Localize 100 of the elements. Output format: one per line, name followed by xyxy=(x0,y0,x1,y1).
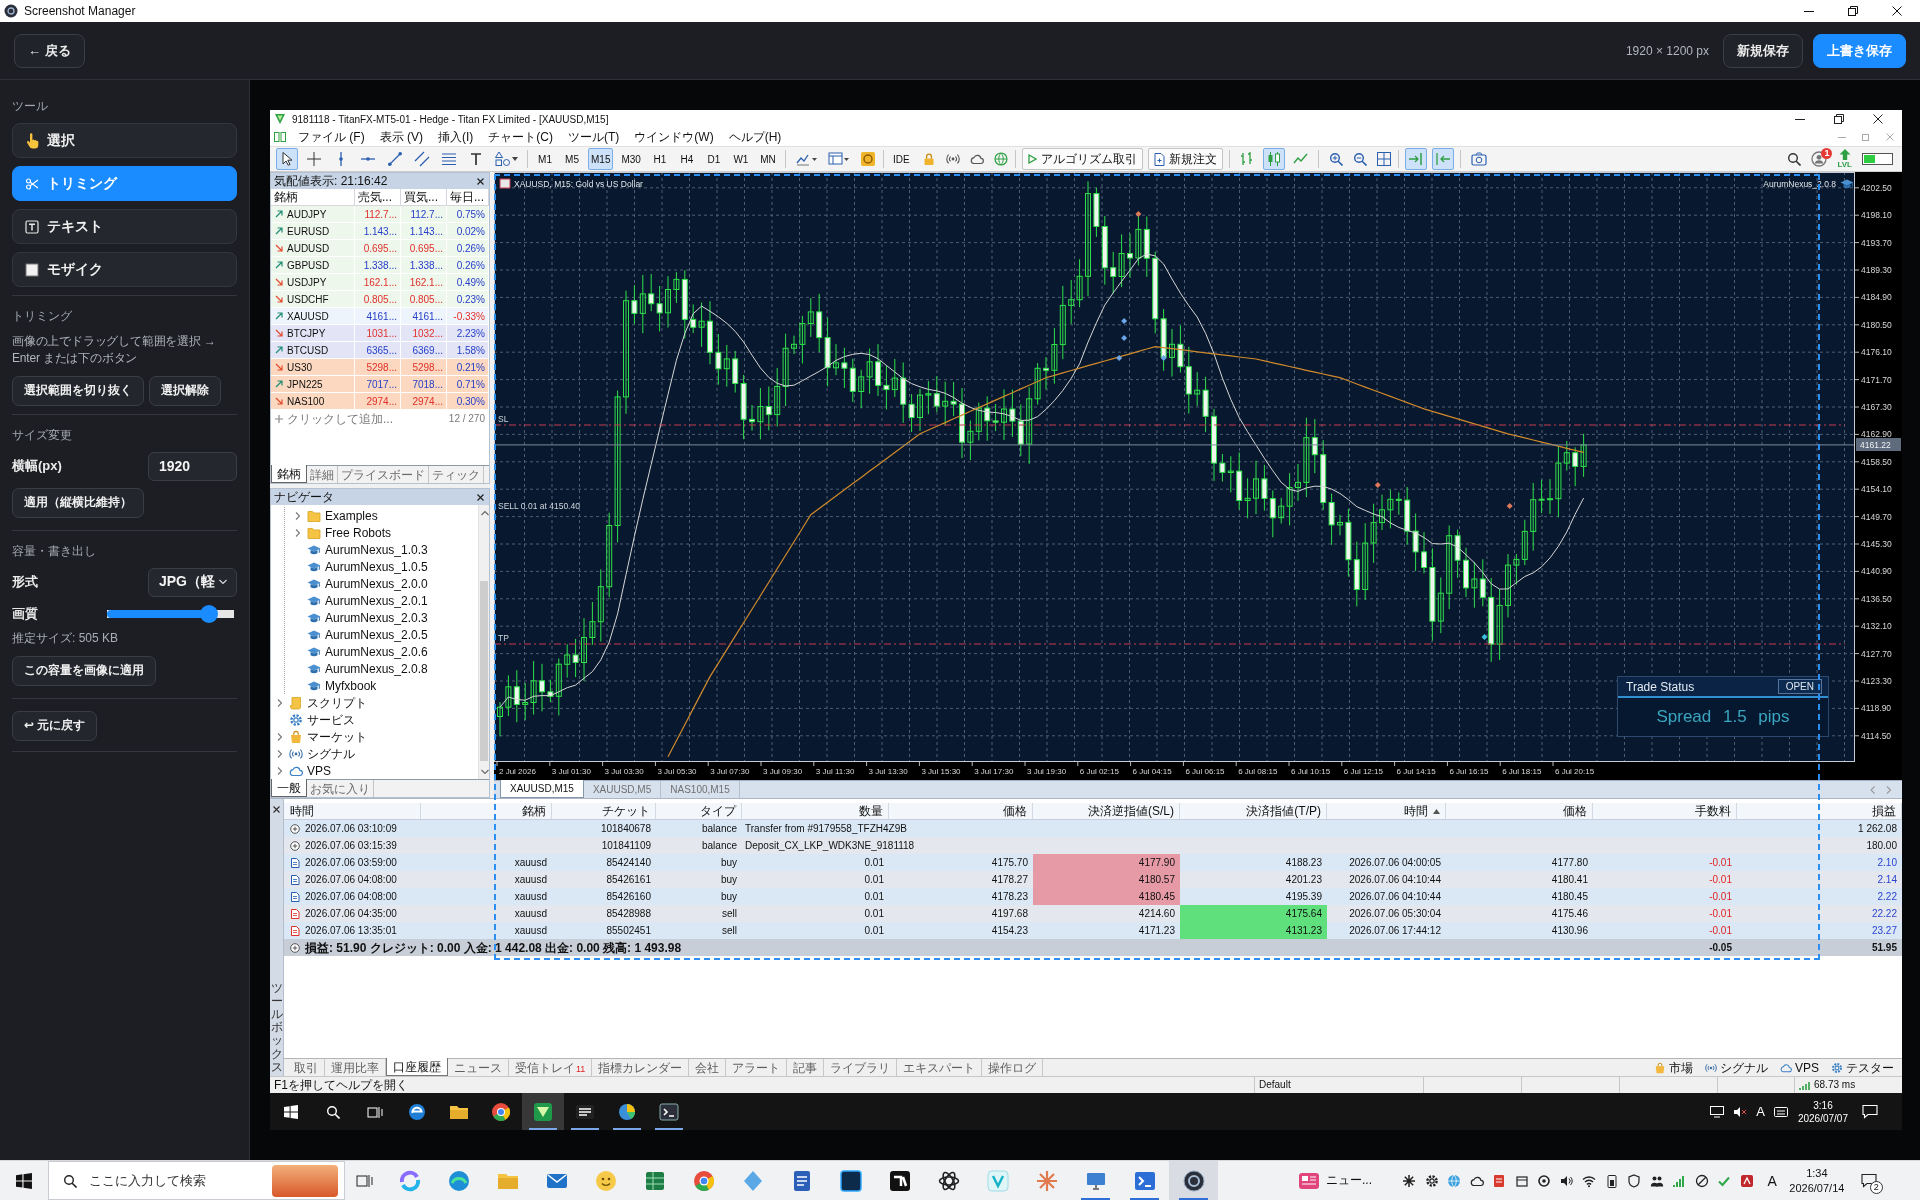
restore-icon[interactable] xyxy=(1848,6,1858,16)
quote-row[interactable]: JPN225 7017... 7018... 0.71% xyxy=(271,376,489,393)
speech-bubble-icon[interactable] xyxy=(1860,1172,1878,1189)
tool-button[interactable]: モザイク xyxy=(12,252,237,287)
menu-item[interactable]: 表示 (V) xyxy=(379,130,423,144)
chevron-right-icon[interactable] xyxy=(275,765,285,776)
close-icon[interactable] xyxy=(1873,114,1883,124)
tree-item[interactable]: AurumNexus_2.0.3 xyxy=(325,610,428,625)
table-row[interactable]: 2026.07.06 04:35:00 xauusd 85428988 sell 0.01 4197.68 4214.60 4175.64 2026.07.06 05:30:04 4175.46 -0.01 22.22 xyxy=(284,905,1902,922)
column-header[interactable]: 価格 xyxy=(889,803,1033,819)
quote-row[interactable]: GBPUSD 1.338... 1.338... 0.26% xyxy=(271,257,489,274)
panel-tab[interactable]: ティック xyxy=(429,466,484,483)
ide-button[interactable]: IDE xyxy=(889,148,913,170)
service-link[interactable]: シグナル xyxy=(1705,1060,1768,1075)
service-link[interactable]: 市場 xyxy=(1654,1060,1693,1075)
speaker-muted-icon[interactable] xyxy=(1733,1105,1748,1118)
chevron-up-icon[interactable] xyxy=(479,508,489,517)
new-order-button[interactable]: 新規注文 xyxy=(1147,148,1223,170)
signal-bars-icon[interactable] xyxy=(1672,1173,1686,1188)
ring-icon[interactable] xyxy=(1537,1173,1551,1188)
square-tile-icon[interactable] xyxy=(1739,1173,1754,1188)
plus-icon[interactable] xyxy=(275,414,283,423)
chevron-right-icon[interactable] xyxy=(293,510,303,521)
quote-row[interactable]: XAUUSD 4161... 4161... -0.33% xyxy=(271,308,489,325)
algo-trading-button[interactable]: アルゴリズム取引 xyxy=(1021,148,1143,170)
chart-tab[interactable]: XAUUSD,M15 xyxy=(500,780,584,798)
timeframe-button[interactable]: M1 xyxy=(534,148,556,170)
windows-logo-icon[interactable] xyxy=(284,1104,298,1119)
menu-item[interactable]: ウインドウ(W) xyxy=(634,130,714,144)
panel-tab[interactable]: お気に入り xyxy=(307,780,374,797)
quote-row[interactable]: BTCUSD 6365... 6369... 1.58% xyxy=(271,342,489,359)
back-button[interactable]: ← 戻る xyxy=(14,33,85,68)
quote-row[interactable]: USDJPY 162.1... 162.1... 0.49% xyxy=(271,274,489,291)
coin-icon[interactable] xyxy=(859,151,876,167)
panel-tab[interactable]: 詳細 xyxy=(307,466,338,483)
column-header[interactable]: 毎日... xyxy=(450,190,484,204)
menu-item[interactable]: 挿入(I) xyxy=(438,130,474,144)
timeframe-button[interactable]: H1 xyxy=(648,148,671,170)
box-icon[interactable] xyxy=(1514,1173,1529,1188)
taskbar-button[interactable] xyxy=(522,1093,564,1130)
timeframe-button[interactable]: H4 xyxy=(675,148,698,170)
window-grid-icon[interactable] xyxy=(827,151,850,167)
column-header[interactable]: 価格 xyxy=(1446,803,1593,819)
clock-date[interactable]: 2026/07/14 xyxy=(1789,1180,1845,1196)
restore-icon[interactable] xyxy=(1834,114,1844,124)
column-header[interactable]: タイプ xyxy=(656,803,742,819)
menu-item[interactable]: ヘルプ(H) xyxy=(728,130,782,144)
menu-item[interactable]: チャート(C) xyxy=(488,130,553,144)
tree-item[interactable]: AurumNexus_1.0.5 xyxy=(325,559,428,574)
wifi-icon[interactable] xyxy=(1582,1173,1596,1188)
chevron-right-icon[interactable] xyxy=(275,697,285,708)
close-icon[interactable] xyxy=(476,492,485,502)
clock-time[interactable]: 3:16 xyxy=(1813,1098,1833,1112)
format-select[interactable]: JPG（軽 xyxy=(148,567,237,597)
panel-tab[interactable]: 口座履歴 xyxy=(386,1058,448,1076)
column-header[interactable]: 決済逆指値(S/L) xyxy=(1033,803,1180,819)
table-row[interactable]: 2026.07.06 03:10:09 101840678 balance Transfer from #9179558_TFZH4Z9B 1 262.08 xyxy=(284,820,1902,837)
chart-type-button[interactable] xyxy=(1262,148,1285,170)
timeframe-button[interactable]: D1 xyxy=(702,148,725,170)
chevron-right-icon[interactable] xyxy=(275,731,285,742)
battery-icon[interactable] xyxy=(1862,153,1893,165)
add-symbol-link[interactable]: クリックして追加... xyxy=(287,411,393,426)
table-row[interactable]: 2026.07.06 03:59:00 xauusd 85424140 buy 0.01 4175.70 4177.90 4188.23 2026.07.06 04:00:05 4177.80 -0.01 2.10 xyxy=(284,854,1902,871)
camera-icon[interactable] xyxy=(1470,151,1487,167)
panel-tab[interactable]: 一般 xyxy=(271,779,307,797)
zoom-in-icon[interactable] xyxy=(1328,152,1343,166)
shield-icon[interactable] xyxy=(1627,1173,1641,1188)
tree-item[interactable]: AurumNexus_1.0.3 xyxy=(325,542,428,557)
tree-item[interactable]: AurumNexus_2.0.8 xyxy=(325,661,428,676)
column-header[interactable]: 損益 xyxy=(1737,803,1902,819)
column-header[interactable]: 時間 xyxy=(284,803,421,819)
close-icon[interactable] xyxy=(476,176,485,186)
windows-logo-icon[interactable] xyxy=(16,1172,32,1189)
grid-icon[interactable] xyxy=(1376,152,1391,166)
column-header[interactable]: 時間 xyxy=(1327,803,1446,819)
clock-time[interactable]: 1:34 xyxy=(1806,1165,1828,1181)
column-header[interactable]: 銘柄 xyxy=(421,803,552,819)
deselect-button[interactable]: 選択解除 xyxy=(149,375,221,406)
apply-size-button[interactable]: この容量を画像に適用 xyxy=(12,655,156,686)
scrollbar-thumb[interactable] xyxy=(480,581,488,761)
close-icon[interactable] xyxy=(272,805,281,814)
cloud-icon[interactable] xyxy=(969,152,984,166)
table-row[interactable]: 2026.07.06 03:15:39 101841109 balance Deposit_CX_LKP_WDK3NE_9181118 180.00 xyxy=(284,837,1902,854)
drawing-tool-button[interactable] xyxy=(276,148,298,170)
timeframe-button[interactable]: MN xyxy=(756,148,779,170)
save-new-button[interactable]: 新規保存 xyxy=(1723,33,1803,68)
tree-item[interactable]: シグナル xyxy=(307,746,355,761)
tool-button[interactable]: 選択 xyxy=(12,123,237,158)
service-link[interactable]: テスター xyxy=(1831,1060,1894,1075)
search-icon[interactable] xyxy=(326,1104,340,1119)
width-input[interactable]: 1920 xyxy=(148,451,237,481)
scrollbar[interactable] xyxy=(478,505,489,779)
tree-item[interactable]: AurumNexus_2.0.0 xyxy=(325,576,428,591)
panel-tab[interactable]: プライスボード xyxy=(338,466,429,483)
news-widget[interactable]: ニュー... xyxy=(1298,1161,1378,1200)
quote-row[interactable]: EURUSD 1.143... 1.143... 0.02% xyxy=(271,223,489,240)
menu-item[interactable]: ファイル (F) xyxy=(298,130,365,144)
search-field[interactable]: ここに入力して検索 xyxy=(48,1161,345,1200)
tree-item[interactable]: AurumNexus_2.0.1 xyxy=(325,593,428,608)
globe-icon[interactable] xyxy=(993,152,1008,166)
